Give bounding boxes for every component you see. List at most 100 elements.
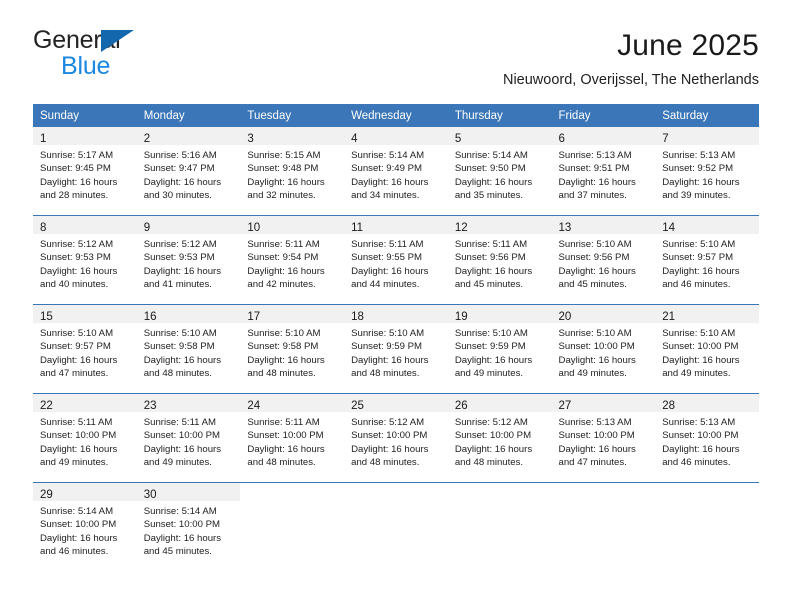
day-number: 9: [143, 222, 151, 234]
daylight-text-line2: and 49 minutes.: [454, 367, 524, 379]
day-cell[interactable]: 2 Sunrise: 5:16 AM Sunset: 9:47 PM Daylight…: [136, 127, 241, 216]
week-row: 8 Sunrise: 5:12 AM Sunset: 9:53 PM Daylight…: [33, 215, 759, 305]
day-cell[interactable]: 30 Sunrise: 5:14 AM Sunset: 10:00 PM Daylig…: [136, 482, 241, 571]
sunrise-text: Sunrise: 5:11 AM: [247, 417, 320, 428]
day-number: 17: [247, 311, 261, 323]
daylight-text-line2: and 48 minutes.: [351, 367, 420, 379]
sunset-text: Sunset: 9:53 PM: [40, 252, 111, 264]
calendar-grid: Sunday Monday Tuesday Wednesday Thursday…: [33, 104, 759, 571]
sunset-text: Sunset: 10:00 PM: [662, 341, 739, 353]
title-block: June 2025 Nieuwoord, Overijssel, The Net…: [503, 27, 759, 91]
daylight-text-line1: Daylight: 16 hours: [40, 443, 118, 455]
sunset-text: Sunset: 9:58 PM: [247, 341, 319, 353]
day-cell[interactable]: 25 Sunrise: 5:12 AM Sunset: 10:00 PM Daylig…: [344, 393, 448, 483]
day-details: Sunrise: 5:10 AM Sunset: 10:00 PM Daylight…: [552, 323, 656, 380]
day-number: 12: [454, 222, 468, 234]
day-cell[interactable]: 10 Sunrise: 5:11 AM Sunset: 9:54 PM Dayligh…: [240, 215, 345, 305]
daylight-text-line1: Daylight: 16 hours: [558, 265, 636, 277]
day-cell-empty: [344, 482, 448, 571]
day-cell[interactable]: 14 Sunrise: 5:10 AM Sunset: 9:57 PM Dayligh…: [655, 215, 759, 305]
daylight-text-line1: Daylight: 16 hours: [40, 532, 118, 544]
day-cell[interactable]: 18 Sunrise: 5:10 AM Sunset: 9:59 PM Dayligh…: [344, 304, 448, 394]
daylight-text-line2: and 48 minutes.: [454, 456, 524, 468]
day-details: Sunrise: 5:11 AM Sunset: 10:00 PM Daylight…: [33, 412, 137, 469]
day-cell[interactable]: 7 Sunrise: 5:13 AM Sunset: 9:52 PM Daylight…: [655, 127, 759, 216]
day-cell-empty: [655, 482, 759, 571]
daylight-text-line2: and 49 minutes.: [558, 367, 627, 379]
daylight-text-line1: Daylight: 16 hours: [351, 443, 429, 455]
day-cell[interactable]: 1 Sunrise: 5:17 AM Sunset: 9:45 PM Daylight…: [33, 127, 137, 216]
logo-text-blue: Blue: [61, 52, 111, 80]
day-number: 16: [143, 311, 157, 323]
daylight-text-line1: Daylight: 16 hours: [558, 443, 636, 455]
day-details: Sunrise: 5:13 AM Sunset: 9:51 PM Daylight:…: [552, 145, 656, 202]
day-details: Sunrise: 5:12 AM Sunset: 9:53 PM Daylight:…: [33, 234, 137, 291]
day-number: 11: [351, 222, 364, 234]
daylight-text-line2: and 37 minutes.: [558, 189, 627, 201]
day-cell[interactable]: 27 Sunrise: 5:13 AM Sunset: 10:00 PM Daylig…: [551, 393, 656, 483]
day-number: 27: [558, 400, 572, 412]
day-details: Sunrise: 5:10 AM Sunset: 9:59 PM Daylight:…: [448, 323, 552, 380]
daylight-text-line2: and 46 minutes.: [662, 456, 731, 468]
day-details: Sunrise: 5:16 AM Sunset: 9:47 PM Daylight:…: [137, 145, 241, 202]
daylight-text-line1: Daylight: 16 hours: [143, 265, 222, 277]
sunset-text: Sunset: 10:00 PM: [143, 430, 220, 442]
sunrise-text: Sunrise: 5:13 AM: [558, 417, 632, 428]
day-number: 18: [351, 311, 364, 323]
day-cell[interactable]: 3 Sunrise: 5:15 AM Sunset: 9:48 PM Daylight…: [240, 127, 345, 216]
day-details: Sunrise: 5:14 AM Sunset: 9:49 PM Daylight:…: [344, 145, 448, 202]
daylight-text-line1: Daylight: 16 hours: [40, 265, 118, 277]
daylight-text-line1: Daylight: 16 hours: [247, 176, 325, 188]
weekday-header-tuesday: Tuesday: [240, 104, 345, 127]
day-details: Sunrise: 5:14 AM Sunset: 10:00 PM Daylight…: [137, 501, 241, 558]
sunset-text: Sunset: 10:00 PM: [247, 430, 324, 442]
day-cell[interactable]: 11 Sunrise: 5:11 AM Sunset: 9:55 PM Dayligh…: [344, 215, 448, 305]
sunrise-text: Sunrise: 5:11 AM: [143, 417, 217, 428]
day-number: 13: [558, 222, 572, 234]
sunset-text: Sunset: 10:00 PM: [40, 519, 117, 531]
day-details: Sunrise: 5:15 AM Sunset: 9:48 PM Daylight:…: [240, 145, 344, 202]
day-cell[interactable]: 9 Sunrise: 5:12 AM Sunset: 9:53 PM Daylight…: [136, 215, 241, 305]
day-cell[interactable]: 16 Sunrise: 5:10 AM Sunset: 9:58 PM Dayligh…: [136, 304, 241, 394]
day-cell[interactable]: 21 Sunrise: 5:10 AM Sunset: 10:00 PM Daylig…: [655, 304, 759, 394]
day-cell[interactable]: 17 Sunrise: 5:10 AM Sunset: 9:58 PM Dayligh…: [240, 304, 345, 394]
day-cell[interactable]: 15 Sunrise: 5:10 AM Sunset: 9:57 PM Dayligh…: [33, 304, 137, 394]
daylight-text-line2: and 48 minutes.: [247, 456, 316, 468]
daylight-text-line1: Daylight: 16 hours: [454, 443, 533, 455]
sunrise-text: Sunrise: 5:14 AM: [454, 150, 528, 161]
day-details: Sunrise: 5:10 AM Sunset: 9:58 PM Daylight:…: [240, 323, 344, 380]
logo-text-general: General: [33, 26, 121, 54]
day-number: 24: [247, 400, 261, 412]
day-cell[interactable]: 20 Sunrise: 5:10 AM Sunset: 10:00 PM Daylig…: [551, 304, 656, 394]
daylight-text-line2: and 48 minutes.: [247, 367, 316, 379]
daylight-text-line1: Daylight: 16 hours: [351, 265, 429, 277]
daylight-text-line1: Daylight: 16 hours: [558, 176, 636, 188]
daylight-text-line1: Daylight: 16 hours: [454, 265, 533, 277]
daylight-text-line1: Daylight: 16 hours: [143, 354, 222, 366]
day-cell[interactable]: 23 Sunrise: 5:11 AM Sunset: 10:00 PM Daylig…: [136, 393, 241, 483]
day-cell[interactable]: 19 Sunrise: 5:10 AM Sunset: 9:59 PM Dayligh…: [447, 304, 552, 394]
sunrise-text: Sunrise: 5:13 AM: [662, 150, 736, 161]
day-cell[interactable]: 29 Sunrise: 5:14 AM Sunset: 10:00 PM Daylig…: [33, 482, 137, 571]
day-cell[interactable]: 12 Sunrise: 5:11 AM Sunset: 9:56 PM Dayligh…: [447, 215, 552, 305]
day-number: 29: [40, 489, 53, 501]
day-cell[interactable]: 4 Sunrise: 5:14 AM Sunset: 9:49 PM Daylight…: [344, 127, 448, 216]
daylight-text-line1: Daylight: 16 hours: [558, 354, 636, 366]
day-cell[interactable]: 22 Sunrise: 5:11 AM Sunset: 10:00 PM Daylig…: [33, 393, 137, 483]
day-details: Sunrise: 5:11 AM Sunset: 9:55 PM Daylight:…: [344, 234, 448, 291]
day-details: Sunrise: 5:12 AM Sunset: 10:00 PM Daylight…: [344, 412, 448, 469]
day-cell[interactable]: 6 Sunrise: 5:13 AM Sunset: 9:51 PM Daylight…: [551, 127, 656, 216]
day-cell[interactable]: 28 Sunrise: 5:13 AM Sunset: 10:00 PM Daylig…: [655, 393, 759, 483]
sunrise-text: Sunrise: 5:10 AM: [351, 328, 425, 339]
daylight-text-line2: and 30 minutes.: [143, 189, 212, 201]
day-cell[interactable]: 24 Sunrise: 5:11 AM Sunset: 10:00 PM Daylig…: [240, 393, 345, 483]
day-details: Sunrise: 5:13 AM Sunset: 9:52 PM Daylight:…: [655, 145, 759, 202]
day-number: 26: [454, 400, 468, 412]
day-cell[interactable]: 13 Sunrise: 5:10 AM Sunset: 9:56 PM Dayligh…: [551, 215, 656, 305]
day-cell[interactable]: 26 Sunrise: 5:12 AM Sunset: 10:00 PM Daylig…: [447, 393, 552, 483]
sunrise-text: Sunrise: 5:12 AM: [454, 417, 528, 428]
sunset-text: Sunset: 9:52 PM: [662, 163, 734, 175]
sunset-text: Sunset: 9:54 PM: [247, 252, 319, 264]
day-cell[interactable]: 8 Sunrise: 5:12 AM Sunset: 9:53 PM Daylight…: [33, 215, 137, 305]
day-cell[interactable]: 5 Sunrise: 5:14 AM Sunset: 9:50 PM Daylight…: [447, 127, 552, 216]
